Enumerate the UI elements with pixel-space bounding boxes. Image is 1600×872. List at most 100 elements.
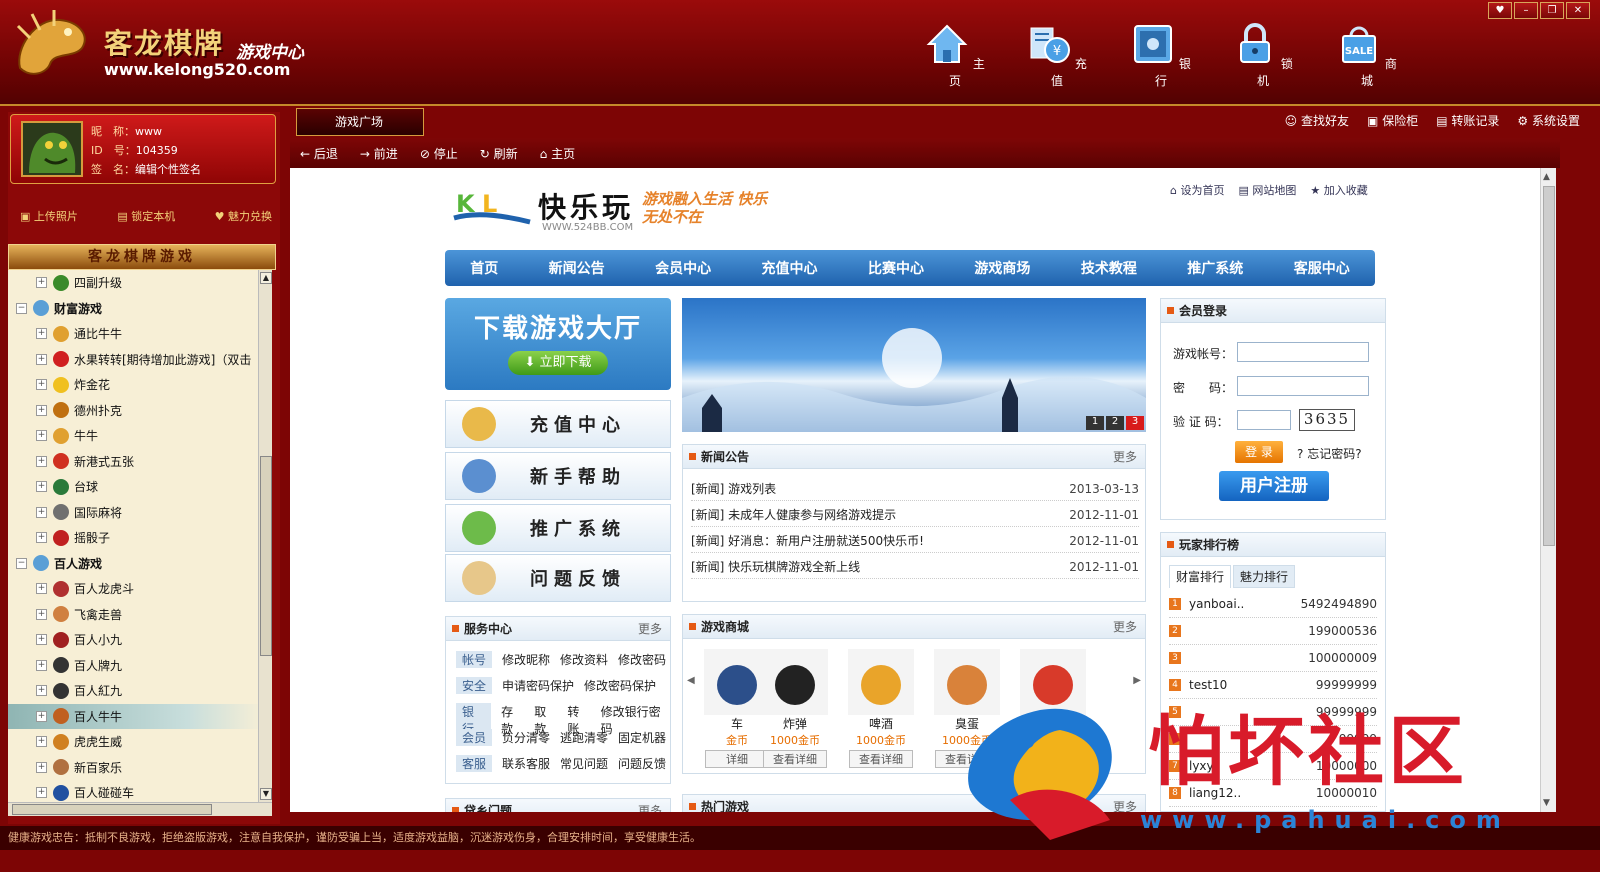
expand-icon[interactable]: +: [36, 481, 47, 492]
register-button[interactable]: 用户注册: [1219, 471, 1329, 501]
find-friend-button[interactable]: ☺ 查找好友: [1285, 112, 1349, 129]
expand-icon[interactable]: +: [36, 787, 47, 798]
quick-help-button[interactable]: 新手帮助: [445, 452, 671, 500]
expand-icon[interactable]: +: [36, 506, 47, 518]
refresh-button[interactable]: ↻ 刷新: [480, 145, 518, 162]
expand-icon[interactable]: +: [36, 583, 47, 594]
expand-icon[interactable]: +: [36, 328, 47, 339]
homepage-button[interactable]: ⌂ 主页: [540, 145, 575, 162]
shop-item-image[interactable]: [848, 649, 914, 715]
expand-icon[interactable]: +: [36, 634, 47, 645]
quick-promotion-button[interactable]: 推广系统: [445, 504, 671, 552]
close-button[interactable]: ✕: [1566, 2, 1590, 19]
transfer-record-button[interactable]: ▤ 转账记录: [1436, 112, 1499, 129]
account-input[interactable]: [1237, 342, 1369, 362]
tree-game-item[interactable]: + 百人牌九: [8, 653, 264, 678]
tab-game-plaza[interactable]: 游戏广场: [296, 108, 424, 136]
tab-charm-rank[interactable]: 魅力排行: [1233, 565, 1296, 588]
tree-game-item[interactable]: + 飞禽走兽: [8, 602, 264, 627]
service-more-link[interactable]: 更多: [638, 617, 662, 641]
service-link[interactable]: 联系客服: [502, 755, 550, 772]
tree-game-item[interactable]: + 通比牛牛: [8, 321, 264, 346]
service-link[interactable]: 修改昵称: [502, 651, 550, 668]
site-nav-recharge[interactable]: 充值中心: [762, 258, 818, 278]
site-nav-member[interactable]: 会员中心: [655, 258, 711, 278]
news-item[interactable]: [新闻] 好消息：新用户注册就送500快乐币! 2012-11-01: [691, 529, 1139, 553]
tree-vertical-scrollbar[interactable]: ▲ ▼: [258, 270, 272, 802]
tab-wealth-rank[interactable]: 财富排行: [1169, 565, 1232, 588]
nav-home-button[interactable]: 主页: [920, 22, 990, 88]
quick-recharge-button[interactable]: 充值中心: [445, 400, 671, 448]
back-button[interactable]: ← 后退: [300, 145, 338, 162]
service-link[interactable]: 问题反馈: [618, 755, 666, 772]
service-link[interactable]: 修改资料: [560, 651, 608, 668]
expand-icon[interactable]: +: [36, 379, 47, 390]
news-more-link[interactable]: 更多: [1113, 445, 1137, 469]
hscroll-thumb[interactable]: [12, 804, 212, 815]
forward-button[interactable]: → 前进: [360, 145, 398, 162]
login-button[interactable]: 登 录: [1235, 441, 1283, 463]
expand-icon[interactable]: +: [36, 608, 47, 620]
system-settings-button[interactable]: ⚙ 系统设置: [1517, 112, 1580, 129]
site-nav-tutorial[interactable]: 技术教程: [1081, 258, 1137, 278]
scroll-thumb[interactable]: [260, 456, 272, 656]
minimize-button[interactable]: –: [1514, 2, 1538, 19]
tree-horizontal-scrollbar[interactable]: [8, 802, 272, 816]
banner-page-3[interactable]: 3: [1126, 416, 1144, 430]
tree-group[interactable]: − 财富游戏: [8, 296, 264, 321]
service-link[interactable]: 申请密码保护: [502, 677, 574, 694]
page-scroll-thumb[interactable]: [1543, 186, 1555, 546]
sitemap-link[interactable]: ▤ 网站地图: [1238, 182, 1296, 198]
shop-next-icon[interactable]: ▶: [1133, 675, 1141, 686]
avatar[interactable]: [21, 121, 83, 177]
rank-row[interactable]: 2 199000536: [1169, 618, 1377, 645]
tree-game-item[interactable]: + 新百家乐: [8, 755, 264, 780]
charm-exchange-button[interactable]: ♥ 魅力兑换: [215, 208, 272, 230]
expand-icon[interactable]: +: [36, 659, 47, 671]
service-link[interactable]: 固定机器: [618, 729, 666, 746]
banner-page-2[interactable]: 2: [1106, 416, 1124, 430]
rank-row[interactable]: 1 yanboai.. 5492494890: [1169, 591, 1377, 618]
upload-photo-button[interactable]: ▣ 上传照片: [20, 208, 78, 230]
shop-prev-icon[interactable]: ◀: [687, 675, 695, 686]
lock-machine-button[interactable]: ▤ 锁定本机: [117, 208, 175, 230]
add-favorite-link[interactable]: ★ 加入收藏: [1310, 182, 1367, 198]
site-nav-support[interactable]: 客服中心: [1294, 258, 1350, 278]
site-nav-shop[interactable]: 游戏商场: [974, 258, 1030, 278]
expand-icon[interactable]: +: [36, 532, 47, 543]
tree-game-item[interactable]: + 新港式五张: [8, 449, 264, 474]
tree-game-item[interactable]: + 虎虎生威: [8, 729, 264, 754]
tree-game-item[interactable]: + 百人龙虎斗: [8, 576, 264, 601]
nav-recharge-button[interactable]: ¥ 充值: [1022, 22, 1092, 88]
nav-shop-button[interactable]: SALE 商城: [1332, 22, 1402, 88]
tree-game-item[interactable]: + 摇骰子: [8, 525, 264, 550]
quick-feedback-button[interactable]: 问题反馈: [445, 554, 671, 602]
sign-value[interactable]: 编辑个性签名: [135, 163, 201, 176]
download-now-button[interactable]: ⬇ 立即下载: [508, 351, 608, 375]
restore-button[interactable]: ❐: [1540, 2, 1564, 19]
tree-game-item[interactable]: + 百人紅九: [8, 678, 264, 703]
captcha-input[interactable]: [1237, 410, 1291, 430]
safe-box-button[interactable]: ▣ 保险柜: [1367, 112, 1418, 129]
expand-icon[interactable]: +: [36, 404, 47, 416]
service-link[interactable]: 常见问题: [560, 755, 608, 772]
news-item[interactable]: [新闻] 快乐玩棋牌游戏全新上线 2012-11-01: [691, 555, 1139, 579]
tree-game-item[interactable]: + 百人碰碰车: [8, 780, 264, 802]
banner-page-1[interactable]: 1: [1086, 416, 1104, 430]
shop-item-image[interactable]: [762, 649, 828, 715]
site-nav-promotion[interactable]: 推广系统: [1187, 258, 1243, 278]
tree-game-item[interactable]: + 德州扑克: [8, 398, 264, 423]
expand-icon[interactable]: +: [36, 277, 47, 288]
page-scroll-up-icon[interactable]: ▲: [1543, 172, 1550, 182]
collapse-icon[interactable]: −: [16, 557, 27, 569]
skin-button[interactable]: ♥: [1488, 2, 1512, 19]
service-link[interactable]: 修改密码保护: [584, 677, 656, 694]
forgot-password-link[interactable]: ? 忘记密码?: [1297, 445, 1362, 462]
tree-game-item[interactable]: + 台球: [8, 474, 264, 499]
expand-icon[interactable]: +: [36, 455, 47, 467]
collapse-icon[interactable]: −: [16, 302, 27, 314]
captcha-image[interactable]: 3635: [1299, 409, 1355, 431]
nav-lock-button[interactable]: 锁机: [1228, 22, 1298, 88]
rank-row[interactable]: 3 100000009: [1169, 645, 1377, 672]
nav-bank-button[interactable]: 银行: [1126, 22, 1196, 88]
